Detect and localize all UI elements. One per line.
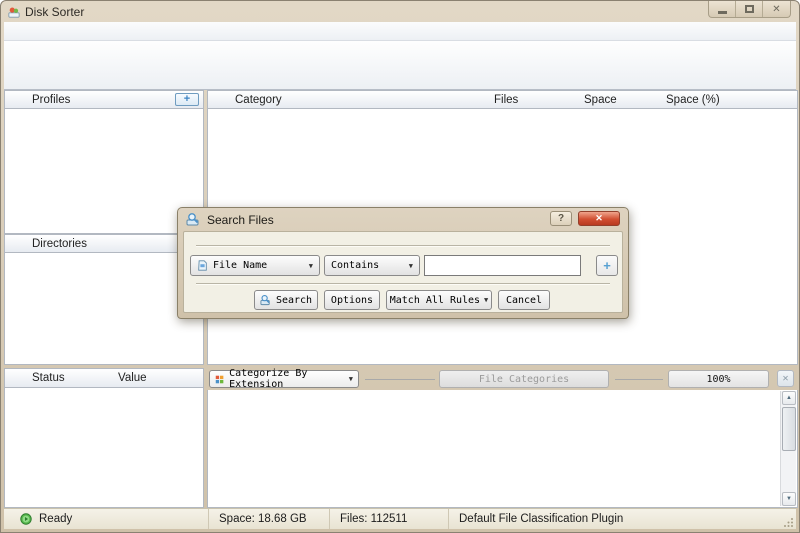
divider-line bbox=[615, 379, 663, 380]
separator bbox=[196, 245, 610, 246]
directories-header: Directories bbox=[4, 234, 204, 253]
zoom-level-button[interactable]: 100% bbox=[668, 370, 769, 388]
window-controls: ✕ bbox=[708, 1, 791, 18]
maximize-icon bbox=[745, 5, 754, 13]
categorize-dropdown[interactable]: Categorize By Extension ▼ bbox=[209, 370, 359, 388]
plus-icon: + bbox=[184, 93, 190, 105]
window-title: Disk Sorter bbox=[25, 5, 84, 19]
directories-header-label: Directories bbox=[32, 238, 87, 250]
options-button[interactable]: Options bbox=[324, 290, 380, 310]
close-icon: ✕ bbox=[772, 4, 780, 15]
search-term-input[interactable] bbox=[424, 255, 581, 276]
help-icon: ? bbox=[558, 213, 564, 224]
operator-dropdown[interactable]: Contains ▼ bbox=[324, 255, 420, 276]
chevron-down-icon: ▼ bbox=[349, 375, 353, 383]
resize-grip[interactable] bbox=[784, 517, 794, 527]
extension-table: ▲ ▼ bbox=[207, 390, 798, 508]
file-categories-button[interactable]: File Categories bbox=[439, 370, 609, 388]
add-profile-button[interactable]: + bbox=[175, 93, 199, 106]
status-files-section: Files: 112511 bbox=[330, 509, 449, 529]
status-bar: Ready Space: 18.68 GB Files: 112511 Defa… bbox=[4, 508, 796, 529]
profiles-header-label: Profiles bbox=[32, 94, 70, 106]
options-button-label: Options bbox=[331, 295, 373, 306]
status-column-header: Status bbox=[32, 369, 65, 388]
close-button[interactable]: ✕ bbox=[763, 1, 790, 17]
search-field-dropdown[interactable]: File Name ▼ bbox=[190, 255, 320, 276]
main-toolbar bbox=[4, 41, 796, 90]
match-rules-dropdown[interactable]: Match All Rules ▼ bbox=[386, 290, 492, 310]
status-panel-header: Status Value bbox=[4, 368, 204, 388]
chevron-down-icon: ▼ bbox=[409, 262, 413, 270]
close-panel-button[interactable]: ✕ bbox=[777, 370, 794, 387]
operator-value: Contains bbox=[331, 260, 379, 271]
cancel-button-label: Cancel bbox=[506, 295, 542, 306]
search-button[interactable]: Search bbox=[254, 290, 318, 310]
category-table-header: Category Files Space Space (%) bbox=[207, 90, 798, 109]
search-button-label: Search bbox=[276, 295, 312, 306]
dialog-help-button[interactable]: ? bbox=[550, 211, 572, 226]
vertical-scrollbar[interactable]: ▲ ▼ bbox=[780, 391, 796, 506]
value-column-header: Value bbox=[118, 369, 147, 388]
directories-list bbox=[4, 253, 204, 365]
categorize-label: Categorize By Extension bbox=[229, 368, 344, 390]
ready-label: Ready bbox=[39, 513, 72, 525]
status-plugin-section: Default File Classification Plugin bbox=[449, 509, 796, 529]
title-bar: Disk Sorter ✕ bbox=[1, 1, 799, 22]
column-header-space-percent[interactable]: Space (%) bbox=[666, 91, 720, 110]
file-icon bbox=[197, 260, 208, 271]
match-rules-value: Match All Rules bbox=[390, 295, 480, 306]
search-icon bbox=[260, 294, 272, 306]
plugin-label: Default File Classification Plugin bbox=[459, 513, 623, 525]
search-files-dialog: Search Files ? ✕ File Name ▼ Contains ▼ … bbox=[177, 207, 629, 319]
chevron-down-icon: ▼ bbox=[484, 296, 488, 304]
menu-bar bbox=[4, 22, 796, 41]
column-header-files[interactable]: Files bbox=[494, 91, 518, 110]
bottom-toolbar: Categorize By Extension ▼ File Categorie… bbox=[207, 368, 798, 390]
profiles-header: Profiles + bbox=[4, 90, 204, 109]
plus-icon: + bbox=[603, 258, 611, 273]
close-icon: ✕ bbox=[782, 373, 788, 384]
chevron-down-icon: ▼ bbox=[309, 262, 313, 270]
add-rule-button[interactable]: + bbox=[596, 255, 618, 276]
close-icon: ✕ bbox=[595, 213, 603, 224]
divider-line bbox=[365, 379, 435, 380]
scroll-up-button[interactable]: ▲ bbox=[782, 391, 796, 405]
disk-sorter-window: Disk Sorter ✕ Profiles + Directories Sta… bbox=[0, 0, 800, 533]
column-header-category[interactable]: Category bbox=[235, 91, 282, 110]
maximize-button[interactable] bbox=[736, 1, 763, 17]
scroll-down-icon: ▼ bbox=[786, 496, 792, 502]
ready-icon bbox=[20, 513, 32, 525]
minimize-icon bbox=[718, 11, 727, 14]
status-panel-list bbox=[4, 388, 204, 508]
dialog-close-button[interactable]: ✕ bbox=[578, 211, 620, 226]
app-icon bbox=[8, 6, 20, 18]
search-dialog-icon bbox=[186, 212, 201, 227]
space-label: Space: 18.68 GB bbox=[219, 513, 307, 525]
scroll-down-button[interactable]: ▼ bbox=[782, 492, 796, 506]
files-label: Files: 112511 bbox=[340, 513, 407, 525]
dialog-body: File Name ▼ Contains ▼ + Search Options … bbox=[183, 231, 623, 313]
cancel-button[interactable]: Cancel bbox=[498, 290, 550, 310]
profiles-list bbox=[4, 109, 204, 234]
minimize-button[interactable] bbox=[709, 1, 736, 17]
scroll-up-icon: ▲ bbox=[786, 395, 792, 401]
grid-icon bbox=[215, 374, 224, 385]
file-categories-label: File Categories bbox=[479, 374, 569, 385]
separator bbox=[196, 283, 610, 284]
column-header-space[interactable]: Space bbox=[584, 91, 617, 110]
zoom-level-label: 100% bbox=[706, 374, 730, 385]
dialog-title-bar: Search Files ? ✕ bbox=[178, 208, 628, 231]
search-field-value: File Name bbox=[213, 260, 267, 271]
status-ready-section: Ready bbox=[4, 509, 209, 529]
dialog-title: Search Files bbox=[207, 213, 274, 227]
scrollbar-thumb[interactable] bbox=[782, 407, 796, 451]
status-space-section: Space: 18.68 GB bbox=[209, 509, 330, 529]
